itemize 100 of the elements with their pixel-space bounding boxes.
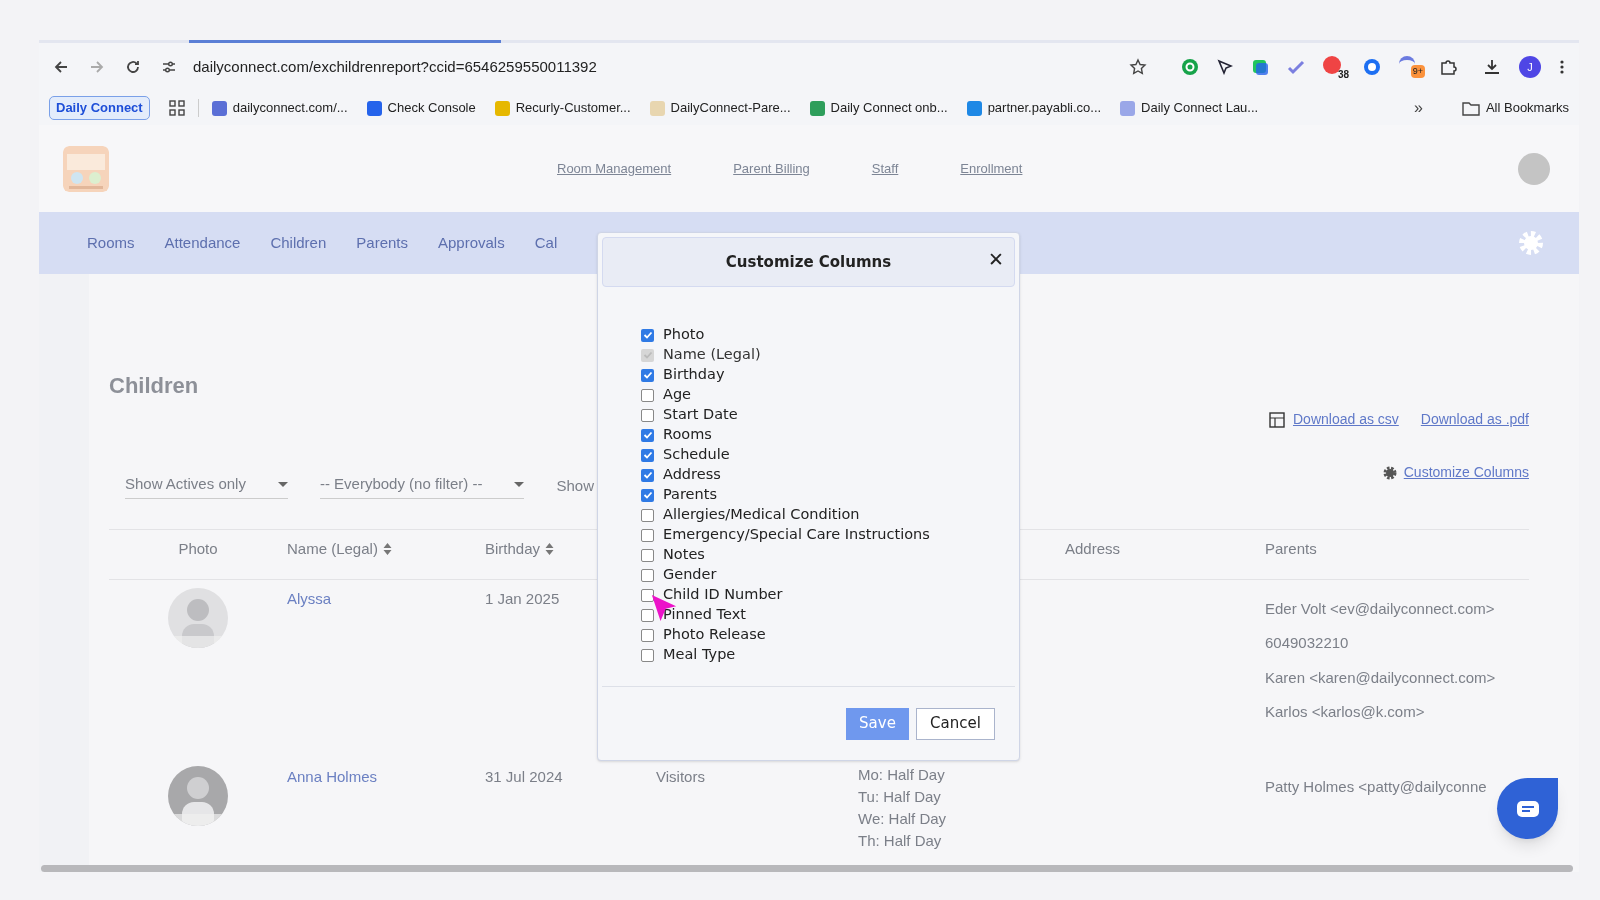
nav-tab[interactable]: Children [270,231,327,255]
notification-badge: 9+ [1410,64,1425,78]
cursor-arrow-icon[interactable] [1217,59,1233,75]
parent-contact: Karlos <karlos@k.com> [1265,702,1426,722]
checkbox[interactable] [641,608,654,622]
option-label: Emergency/Special Care Instructions [663,525,930,545]
download-icon[interactable] [1483,58,1501,76]
bookmark-link[interactable]: dailyconnect.com/... [232,98,348,118]
checkbox[interactable] [641,528,654,542]
option-label: Gender [663,565,717,585]
bookmark-link[interactable]: partner.payabli.co... [987,98,1102,118]
bookmark-link[interactable]: Recurly-Customer... [515,98,631,118]
download-csv-link[interactable]: Download as csv [1293,409,1399,430]
checkbox[interactable] [641,448,654,462]
back-icon[interactable] [53,59,69,75]
checkbox[interactable] [641,628,654,642]
option-label: Rooms [663,425,712,445]
notification-count: 38 [1337,68,1349,82]
sort-icon[interactable] [545,541,555,556]
option-label: Address [663,465,721,485]
schedule-line: We: Half Day [858,809,948,827]
site-settings-icon[interactable] [161,59,177,75]
bookmark-chip[interactable]: Daily Connect [49,96,150,120]
nav-tab[interactable]: Rooms [87,231,135,255]
checkbox[interactable] [641,648,654,662]
schedule-line: Mo: Half Day [858,765,946,783]
extension-icon[interactable] [1363,58,1381,76]
option-label: Notes [663,545,705,565]
checkbox[interactable] [641,388,654,402]
all-bookmarks-link[interactable]: All Bookmarks [1485,98,1569,118]
filter-label: Show [556,475,594,496]
option-label: Age [663,385,692,405]
parent-contact: Patty Holmes <patty@dailyconne [1265,776,1488,797]
header-link[interactable]: Parent Billing [733,158,810,179]
nav-tab[interactable]: Approvals [438,231,505,255]
parent-contact: 6049032210 [1265,633,1350,653]
option-label: Photo [663,325,705,345]
dialog-title: Customize Columns [725,251,892,273]
save-button[interactable]: Save [846,707,909,740]
download-pdf-link[interactable]: Download as .pdf [1420,409,1529,430]
option-label: Start Date [663,405,738,425]
checkbox[interactable] [641,548,654,562]
menu-icon[interactable] [1559,59,1565,75]
extension-icon[interactable] [1181,58,1199,76]
profile-avatar[interactable]: J [1519,56,1541,78]
checkbox[interactable] [641,568,654,582]
option-label: Allergies/Medical Condition [663,505,860,525]
checkbox[interactable] [641,588,654,602]
address-bar-url[interactable]: dailyconnect.com/exchildrenreport?ccid=6546259550011392 [193,55,597,79]
bookmark-link[interactable]: DailyConnect-Pare... [670,98,791,118]
checkbox[interactable] [641,428,654,442]
column-header: Address [1065,538,1121,559]
close-button[interactable]: ✕ [986,250,1006,269]
column-header[interactable]: Birthday [485,537,555,560]
checkmark-icon[interactable] [1287,58,1305,76]
header-link[interactable]: Room Management [557,158,672,179]
bookmark-link[interactable]: Daily Connect Lau... [1141,98,1259,118]
schedule-line: Tu: Half Day [858,787,942,805]
checkbox[interactable] [641,468,654,482]
chat-bubble-icon [1515,799,1540,818]
star-icon[interactable] [1129,58,1147,76]
puzzle-icon[interactable] [1439,58,1457,76]
filter-select[interactable]: Show Actives only [125,473,288,499]
cancel-button[interactable]: Cancel [916,707,995,740]
bookmark-link[interactable]: Check Console [387,98,476,118]
option-label: Schedule [663,445,730,465]
extension-icon[interactable] [1251,58,1269,76]
reload-icon[interactable] [125,59,141,75]
option-label: Child ID Number [663,585,783,605]
sort-icon[interactable] [382,541,392,556]
horizontal-scrollbar[interactable] [41,865,1573,872]
child-name-link[interactable]: Anna Holmes [287,767,378,785]
overflow-chevron[interactable]: » [1414,96,1423,120]
filter-select[interactable]: -- Everybody (no filter) -- [319,473,525,499]
parent-contact: Eder Volt <ev@dailyconnect.com> [1265,598,1496,619]
option-label: Meal Type [663,645,736,665]
apps-grid-icon[interactable] [168,100,185,116]
nav-tab[interactable]: Parents [356,231,408,255]
forward-icon[interactable] [89,59,105,75]
checkbox[interactable] [641,368,654,382]
customize-columns-link[interactable]: Customize Columns [1403,462,1529,483]
option-label: Photo Release [663,625,766,645]
nav-tab[interactable]: Attendance [164,231,241,255]
child-name-link[interactable]: Alyssa [287,589,332,607]
column-header[interactable]: Name (Legal) [287,537,392,560]
spreadsheet-icon [1269,411,1285,428]
gear-icon [1381,464,1398,481]
folder-icon [1461,100,1480,116]
checkbox[interactable] [641,328,654,342]
checkbox[interactable] [641,488,654,502]
option-label: Pinned Text [663,605,746,625]
option-label: Birthday [663,365,725,385]
checkbox[interactable] [641,408,654,422]
nav-tab[interactable]: Cal [534,231,558,255]
option-label: Name (Legal) [663,345,761,365]
header-link[interactable]: Enrollment [960,158,1023,179]
checkbox[interactable] [641,508,654,522]
header-link[interactable]: Staff [871,158,899,179]
table-cell: 31 Jul 2024 [485,767,563,785]
bookmark-link[interactable]: Daily Connect onb... [830,98,948,118]
